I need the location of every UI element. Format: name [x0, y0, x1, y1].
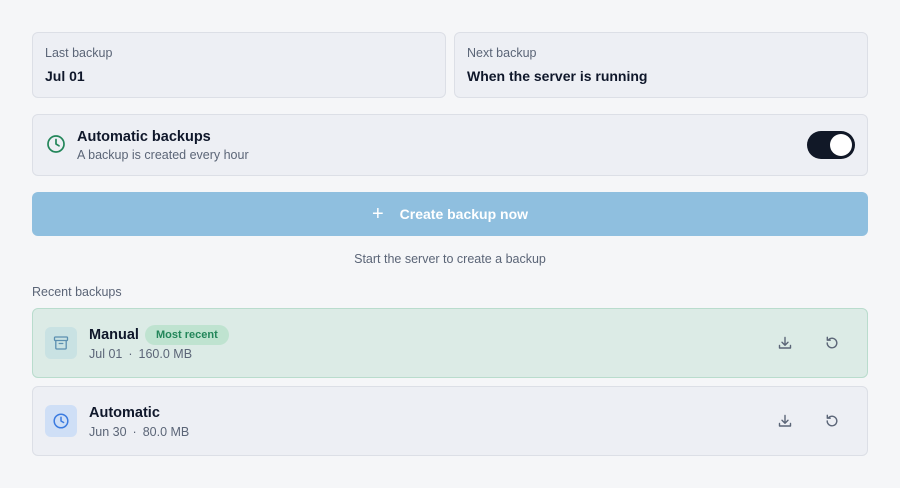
create-backup-label: Create backup now: [399, 206, 529, 222]
backup-row: Automatic Jun 30 · 80.0 MB: [32, 386, 868, 456]
meta-separator: ·: [128, 347, 133, 361]
next-backup-label: Next backup: [467, 46, 537, 60]
automatic-backups-toggle[interactable]: [807, 131, 855, 159]
recent-backups-title: Recent backups: [32, 285, 122, 299]
restore-button[interactable]: [822, 411, 842, 431]
last-backup-label: Last backup: [45, 46, 113, 60]
next-backup-value: When the server is running: [467, 68, 648, 84]
restore-icon: [826, 414, 838, 427]
restore-button[interactable]: [822, 333, 842, 353]
download-icon: [778, 414, 792, 427]
backup-date: Jul 01: [89, 347, 123, 361]
backup-name: Automatic: [89, 405, 160, 421]
server-hint: Start the server to create a backup: [354, 252, 546, 266]
restore-icon: [826, 336, 838, 349]
create-backup-button[interactable]: + Create backup now: [32, 192, 868, 236]
download-icon: [778, 336, 792, 349]
backup-name: Manual: [89, 327, 139, 343]
backup-meta: Jul 01 · 160.0 MB: [89, 347, 192, 361]
download-button[interactable]: [775, 411, 795, 431]
last-backup-value: Jul 01: [45, 68, 85, 84]
clock-icon: [45, 405, 77, 437]
clock-icon: [46, 134, 66, 154]
most-recent-badge: Most recent: [145, 325, 229, 345]
automatic-backups-subtitle: A backup is created every hour: [77, 148, 249, 162]
last-backup-card: Last backup Jul 01: [32, 32, 446, 98]
backup-size: 80.0 MB: [142, 425, 190, 439]
backup-size: 160.0 MB: [138, 347, 193, 361]
automatic-backups-card: Automatic backups A backup is created ev…: [32, 114, 868, 176]
download-button[interactable]: [775, 333, 795, 353]
toggle-knob: [830, 134, 852, 156]
automatic-backups-title: Automatic backups: [77, 129, 211, 145]
archive-icon: [45, 327, 77, 359]
meta-separator: ·: [132, 425, 137, 439]
plus-icon: +: [371, 203, 384, 225]
next-backup-card: Next backup When the server is running: [454, 32, 868, 98]
backup-date: Jun 30: [89, 425, 127, 439]
backup-row: Manual Most recent Jul 01 · 160.0 MB: [32, 308, 868, 378]
backup-meta: Jun 30 · 80.0 MB: [89, 425, 189, 439]
